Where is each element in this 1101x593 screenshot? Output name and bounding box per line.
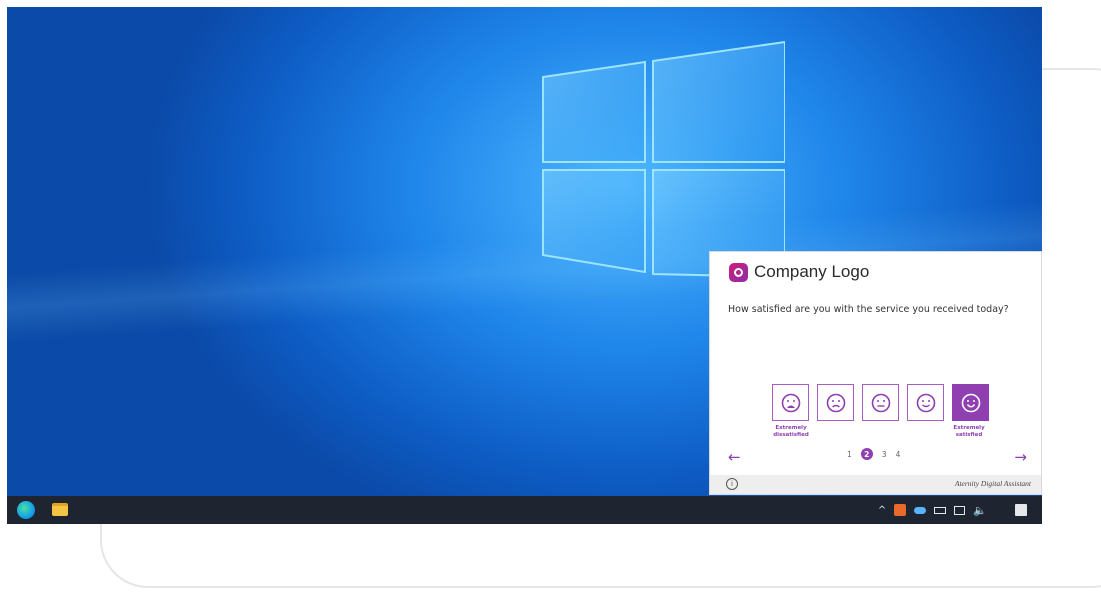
battery-icon[interactable] (934, 506, 947, 514)
next-arrow-button[interactable]: → (1014, 448, 1027, 466)
page-3[interactable]: 3 (882, 450, 887, 459)
window-pane-top-right (652, 40, 785, 163)
edge-icon[interactable] (17, 501, 35, 519)
very-sad-face-icon (781, 393, 800, 412)
prev-arrow-button[interactable]: ← (728, 448, 741, 466)
windows-logo-wallpaper (542, 40, 785, 277)
rating-label-min-line1: Extremely (775, 425, 807, 431)
network-icon[interactable] (954, 505, 966, 515)
rating-label-max-line2: satisfied (955, 431, 983, 438)
rating-option-4[interactable] (907, 384, 944, 421)
company-logo-icon (729, 262, 748, 282)
volume-icon[interactable]: 🔈 (973, 504, 987, 517)
rating-option-5[interactable] (952, 384, 989, 421)
page-2-current[interactable]: 2 (860, 448, 873, 460)
file-explorer-icon[interactable] (52, 503, 68, 516)
taskbar: ^ 🔈 (7, 496, 1042, 524)
survey-question: How satisfied are you with the service y… (728, 304, 1009, 315)
assistant-name: Aternity Digital Assistant (954, 479, 1031, 488)
notification-icon[interactable] (1015, 504, 1027, 516)
sad-face-icon (826, 393, 845, 412)
rating-label-max-line1: Extremely (953, 425, 985, 431)
up-arrow-icon[interactable]: ^ (878, 505, 886, 516)
rating-scale (772, 384, 989, 421)
page-1[interactable]: 1 (847, 450, 852, 459)
window-pane-bottom-left (542, 169, 646, 274)
window-pane-top-left (542, 60, 646, 163)
brand: Company Logo (729, 262, 869, 282)
app-tray-icon[interactable] (894, 504, 907, 516)
survey-footer: i Aternity Digital Assistant (710, 475, 1041, 494)
page-4[interactable]: 4 (896, 450, 901, 459)
info-icon[interactable]: i (726, 478, 738, 490)
rating-option-1[interactable] (772, 384, 809, 421)
brand-name: Company Logo (754, 262, 870, 281)
smile-face-icon (916, 393, 935, 412)
system-tray: ^ 🔈 (878, 496, 1027, 524)
rating-label-min-line2: dissatisfied (773, 431, 809, 438)
survey-popup: Company Logo How satisfied are you with … (709, 251, 1042, 495)
neutral-face-icon (871, 393, 890, 412)
pagination: 1 2 3 4 (847, 448, 900, 460)
rating-option-2[interactable] (817, 384, 854, 421)
rating-label-max: Extremely satisfied (947, 425, 991, 438)
very-happy-face-icon (961, 393, 980, 412)
onedrive-cloud-icon[interactable] (914, 506, 927, 514)
rating-label-min: Extremely dissatisfied (769, 425, 813, 438)
rating-option-3[interactable] (862, 384, 899, 421)
